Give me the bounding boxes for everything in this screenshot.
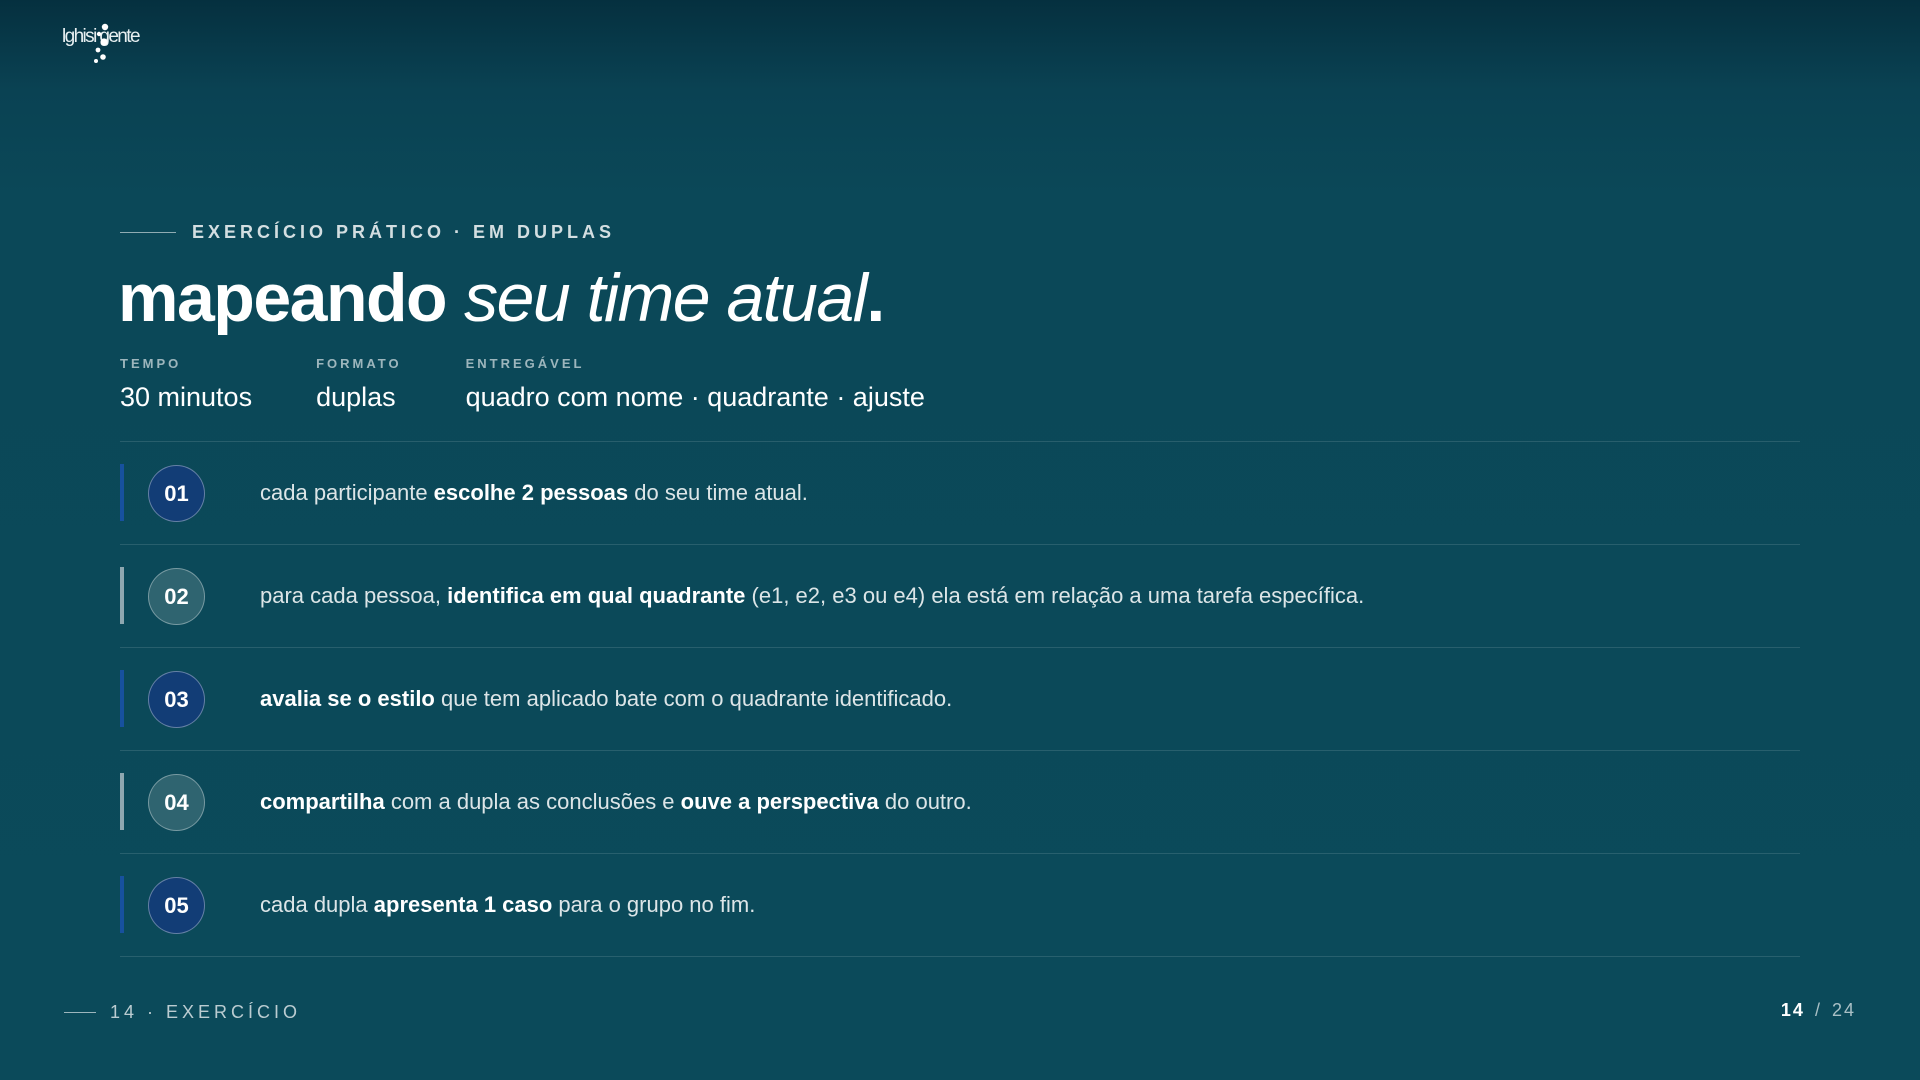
steps-list: 01 cada participante escolhe 2 pessoas d… bbox=[120, 441, 1800, 957]
step-text-emphasis: escolhe 2 pessoas bbox=[433, 480, 629, 505]
meta-label: TEMPO bbox=[120, 356, 182, 371]
step-text: avalia se o estilo que tem aplicado bate… bbox=[260, 686, 952, 712]
brand-logo: lghisi gente bbox=[62, 22, 152, 64]
title-italic: seu time atual bbox=[464, 260, 868, 336]
step-text-part: cada dupla bbox=[260, 892, 374, 917]
step-item: 01 cada participante escolhe 2 pessoas d… bbox=[120, 442, 1800, 545]
title-dot: . bbox=[866, 260, 885, 336]
section-eyebrow: EXERCÍCIO PRÁTICO · EM DUPLAS bbox=[120, 222, 615, 243]
page-total: 24 bbox=[1831, 1000, 1856, 1020]
meta-value: 30 minutos bbox=[120, 382, 253, 412]
step-text-emphasis: compartilha bbox=[260, 789, 385, 814]
step-number-badge: 02 bbox=[148, 568, 205, 625]
step-item: 04 compartilha com a dupla as conclusões… bbox=[120, 751, 1800, 854]
footer-section-text: 14 · EXERCÍCIO bbox=[110, 1002, 302, 1022]
meta-deliverable: ENTREGÁVEL quadro com nome · quadrante ·… bbox=[466, 356, 925, 413]
eyebrow-divider bbox=[120, 232, 176, 233]
step-text-part: para o grupo no fim. bbox=[552, 892, 756, 917]
step-text-emphasis: ouve a perspectiva bbox=[680, 789, 879, 814]
page-title: mapeando seu time atual. bbox=[118, 258, 885, 338]
step-text-emphasis: identifica em qual quadrante bbox=[447, 583, 746, 608]
step-accent-bar bbox=[120, 773, 124, 830]
step-text: cada dupla apresenta 1 caso para o grupo… bbox=[260, 892, 755, 918]
step-text: compartilha com a dupla as conclusões e … bbox=[260, 789, 972, 815]
meta-value: duplas bbox=[316, 382, 396, 412]
step-text-part: do outro. bbox=[878, 789, 972, 814]
step-text-part: que tem aplicado bate com o quadrante id… bbox=[434, 686, 953, 711]
step-text-part: cada participante bbox=[260, 480, 434, 505]
step-item: 02 para cada pessoa, identifica em qual … bbox=[120, 545, 1800, 648]
exercise-meta: TEMPO 30 minutos FORMATO duplas ENTREGÁV… bbox=[120, 356, 925, 413]
page-counter: 14 / 24 bbox=[1781, 1000, 1856, 1021]
meta-label: FORMATO bbox=[316, 356, 402, 371]
step-text-part: (e1, e2, e3 ou e4) ela está em relação a… bbox=[745, 583, 1365, 608]
step-accent-bar bbox=[120, 670, 124, 727]
step-number-badge: 04 bbox=[148, 774, 205, 831]
step-accent-bar bbox=[120, 876, 124, 933]
step-number-badge: 03 bbox=[148, 671, 205, 728]
step-text-emphasis: apresenta 1 caso bbox=[373, 892, 553, 917]
meta-value: quadro com nome · quadrante · ajuste bbox=[465, 382, 925, 412]
step-text-emphasis: avalia se o estilo bbox=[260, 686, 435, 711]
step-accent-bar bbox=[120, 567, 124, 624]
footer-divider bbox=[64, 1012, 96, 1013]
step-text: cada participante escolhe 2 pessoas do s… bbox=[260, 480, 808, 506]
page-separator: / bbox=[1814, 1000, 1822, 1020]
footer-section-label: 14 · EXERCÍCIO bbox=[64, 1002, 301, 1023]
step-number-badge: 05 bbox=[148, 877, 205, 934]
step-text-part: do seu time atual. bbox=[628, 480, 808, 505]
step-text: para cada pessoa, identifica em qual qua… bbox=[260, 583, 1364, 609]
meta-time: TEMPO 30 minutos bbox=[120, 356, 252, 413]
meta-format: FORMATO duplas bbox=[316, 356, 402, 413]
step-item: 05 cada dupla apresenta 1 caso para o gr… bbox=[120, 854, 1800, 957]
step-number-badge: 01 bbox=[148, 465, 205, 522]
step-item: 03 avalia se o estilo que tem aplicado b… bbox=[120, 648, 1800, 751]
step-accent-bar bbox=[120, 464, 124, 521]
step-text-part: com a dupla as conclusões e bbox=[384, 789, 681, 814]
page-current: 14 bbox=[1780, 1000, 1805, 1020]
logo-dots-icon bbox=[94, 23, 109, 63]
meta-label: ENTREGÁVEL bbox=[465, 356, 585, 371]
step-text-part: para cada pessoa, bbox=[260, 583, 448, 608]
eyebrow-label: EXERCÍCIO PRÁTICO · EM DUPLAS bbox=[192, 222, 616, 242]
title-bold: mapeando bbox=[118, 260, 448, 336]
